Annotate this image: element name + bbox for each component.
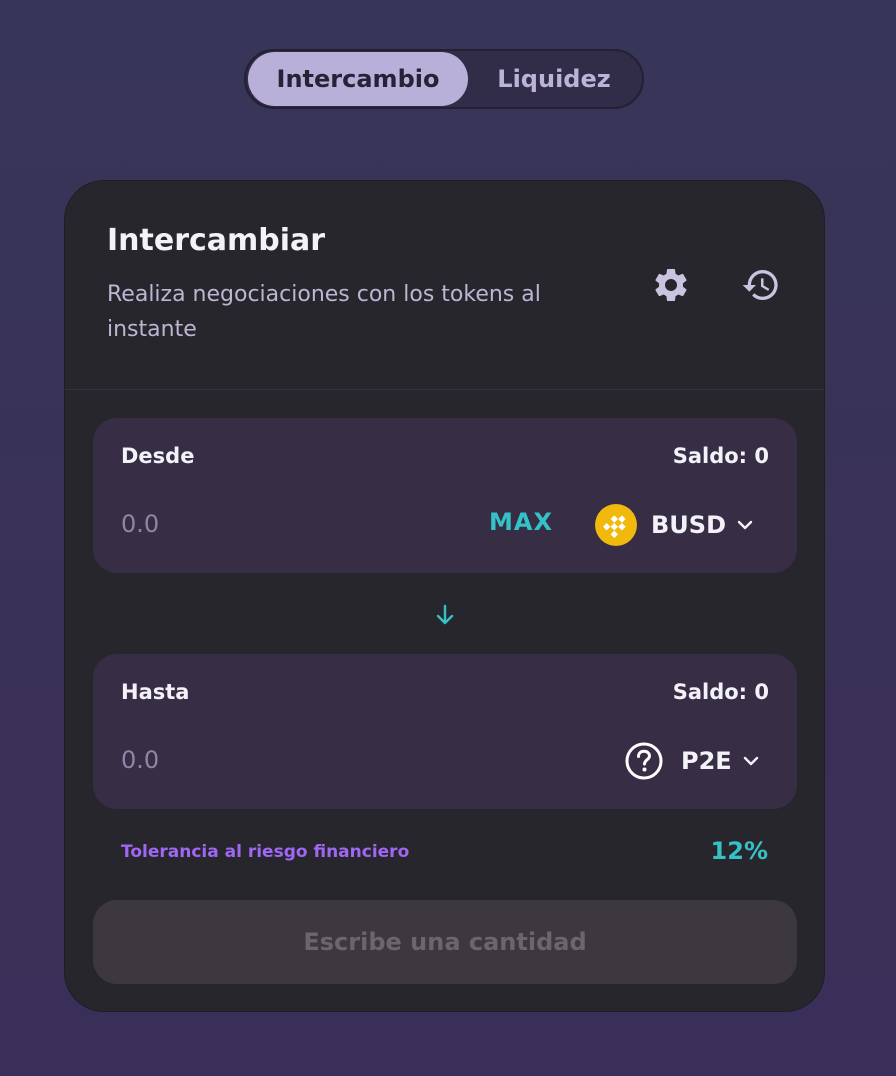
card-subtitle: Realiza negociaciones con los tokens al … <box>107 282 541 342</box>
to-label: Hasta <box>121 680 190 704</box>
question-circle-icon <box>625 742 663 780</box>
chevron-down-icon <box>737 520 753 530</box>
max-button[interactable]: MAX <box>489 508 553 536</box>
to-token-select[interactable]: P2E <box>623 737 760 785</box>
card-title: Intercambiar <box>107 223 326 258</box>
from-panel: Desde Saldo: 0 MAX BUSD <box>93 418 797 573</box>
from-token-name: BUSD <box>651 511 726 539</box>
submit-button[interactable]: Escribe una cantidad <box>93 900 797 984</box>
chevron-down-icon <box>743 756 758 766</box>
to-token-name: P2E <box>681 747 732 775</box>
risk-tolerance-label: Tolerancia al riesgo financiero <box>121 842 410 862</box>
history-icon[interactable] <box>741 265 781 305</box>
busd-coin-icon <box>595 504 637 546</box>
from-label: Desde <box>121 444 195 468</box>
to-balance: Saldo: 0 <box>672 680 769 704</box>
swap-card: Intercambiar Realiza negociaciones con l… <box>64 180 825 1012</box>
risk-tolerance-value: 12% <box>710 837 768 865</box>
gear-icon[interactable] <box>651 265 691 305</box>
to-panel: Hasta Saldo: 0 P2E <box>93 654 797 809</box>
tab-liquidez[interactable]: Liquidez <box>468 52 640 106</box>
from-token-select[interactable]: BUSD <box>595 501 754 549</box>
swap-direction-arrow-icon[interactable] <box>429 599 461 631</box>
swap-liquidity-tabs: Intercambio Liquidez <box>244 49 644 109</box>
tab-intercambio[interactable]: Intercambio <box>248 52 468 106</box>
card-header: Intercambiar Realiza negociaciones con l… <box>65 181 824 390</box>
from-balance: Saldo: 0 <box>672 444 769 468</box>
from-amount-input[interactable] <box>121 506 421 542</box>
to-amount-input[interactable] <box>121 742 421 778</box>
